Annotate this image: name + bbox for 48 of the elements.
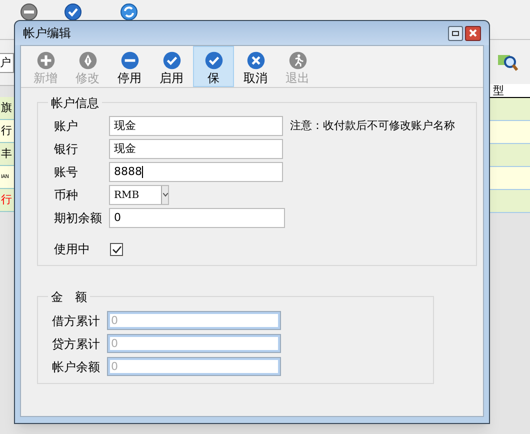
field-label: 期初余额 <box>54 210 103 227</box>
table-row <box>490 121 530 144</box>
close-button[interactable] <box>465 26 481 40</box>
input-field[interactable]: 现金 <box>109 139 283 159</box>
table-row <box>490 144 530 167</box>
toolbar-button[interactable]: 取消 <box>235 46 276 87</box>
group-title: 帐户信息 <box>48 94 102 112</box>
table-cell: 行 <box>0 120 14 143</box>
check-icon[interactable] <box>64 3 82 21</box>
field-label: 使用中 <box>54 241 91 258</box>
close-icon <box>469 29 477 37</box>
search-field[interactable]: 户 <box>0 53 14 73</box>
pen-icon <box>76 51 98 70</box>
close-icon <box>244 51 266 70</box>
refresh-icon[interactable] <box>120 3 138 21</box>
search-icon[interactable] <box>497 53 519 73</box>
group-title: 金 额 <box>48 288 90 306</box>
check-icon <box>160 51 182 70</box>
window-title: 帐户编辑 <box>23 25 71 42</box>
toolbar-button[interactable]: 停用 <box>109 46 150 87</box>
table-row <box>490 190 530 213</box>
running-figure-icon <box>286 51 308 70</box>
dropdown[interactable]: RMB <box>109 185 169 205</box>
input-field[interactable]: 现金 <box>109 116 283 136</box>
field-label: 借方累计 <box>52 312 101 330</box>
input-field: 0 <box>107 311 281 330</box>
field-label: 贷方累计 <box>52 336 101 352</box>
table-row <box>490 167 530 190</box>
plus-icon <box>34 51 56 70</box>
minus-icon <box>118 51 140 70</box>
note-text: 注意：收付款后不可修改账户名称 <box>290 118 455 134</box>
input-field: 0 <box>107 357 281 376</box>
table-row <box>490 98 530 121</box>
check-icon <box>202 51 224 70</box>
checkbox[interactable] <box>110 242 123 256</box>
minus-icon[interactable] <box>20 3 38 21</box>
input-field[interactable]: 0 <box>109 208 285 228</box>
field-label: 银行 <box>54 141 79 158</box>
field-label: 币种 <box>54 187 79 204</box>
restore-button[interactable] <box>448 26 463 40</box>
toolbar-button[interactable]: 启用 <box>151 46 192 87</box>
field-label: 帐户余额 <box>52 358 101 376</box>
input-field: 0 <box>107 334 281 353</box>
field-label: 账号 <box>54 164 79 181</box>
column-header: 型 <box>490 84 530 98</box>
toolbar-button[interactable]: 保 <box>193 46 234 87</box>
field-label: 账户 <box>54 118 79 135</box>
input-field[interactable]: 8888 <box>109 162 283 182</box>
